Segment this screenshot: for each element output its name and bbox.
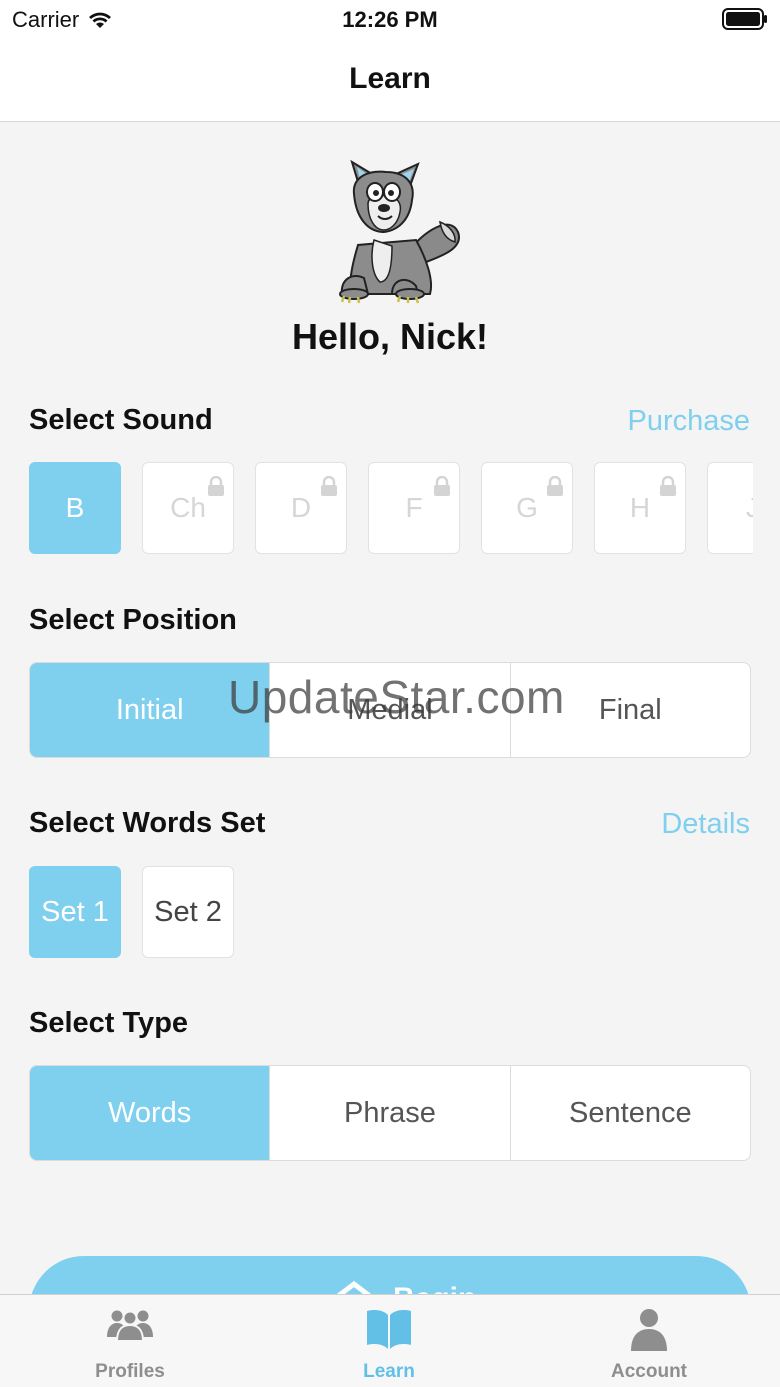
words-set-1-button[interactable]: Set 1 bbox=[29, 866, 121, 958]
select-sound-title: Select Sound bbox=[29, 404, 213, 436]
page-title: Learn bbox=[349, 62, 431, 95]
type-option-sentence[interactable]: Sentence bbox=[509, 1066, 750, 1160]
sound-tile-j[interactable]: J bbox=[707, 462, 753, 554]
status-time: 12:26 PM bbox=[342, 7, 438, 32]
position-option-initial[interactable]: Initial bbox=[30, 663, 270, 757]
tab-learn[interactable]: Learn bbox=[289, 1295, 489, 1387]
people-icon bbox=[107, 1310, 153, 1342]
tab-bar: Profiles Learn Account bbox=[0, 1294, 780, 1387]
lock-icon bbox=[546, 471, 564, 503]
status-bar: Carrier 12:26 PM bbox=[0, 0, 780, 40]
type-option-phrase[interactable]: Phrase bbox=[269, 1066, 509, 1160]
words-set-2-button[interactable]: Set 2 bbox=[142, 866, 234, 958]
sound-tile-label: B bbox=[65, 492, 85, 523]
sound-tile-label: Ch bbox=[170, 492, 206, 523]
lock-icon bbox=[433, 471, 451, 503]
select-words-set-title: Select Words Set bbox=[29, 807, 266, 839]
select-type-title: Select Type bbox=[29, 1007, 189, 1039]
sound-tile-label: J bbox=[746, 492, 753, 523]
sound-tile-f[interactable]: F bbox=[368, 462, 460, 554]
sound-tile-h[interactable]: H bbox=[594, 462, 686, 554]
person-icon bbox=[631, 1309, 667, 1351]
navigation-bar: Learn bbox=[0, 40, 780, 122]
lock-icon bbox=[659, 471, 677, 503]
sound-selector: B Ch D F G H J bbox=[29, 462, 753, 555]
sound-tile-g[interactable]: G bbox=[481, 462, 573, 554]
tab-profiles[interactable]: Profiles bbox=[30, 1295, 230, 1387]
tab-account[interactable]: Account bbox=[549, 1295, 749, 1387]
tab-learn-label: Learn bbox=[363, 1361, 415, 1382]
wolf-mascot-image bbox=[330, 159, 465, 305]
sound-tile-ch[interactable]: Ch bbox=[142, 462, 234, 554]
type-segmented-control: Words Phrase Sentence bbox=[29, 1065, 751, 1161]
details-link[interactable]: Details bbox=[661, 808, 750, 841]
select-position-title: Select Position bbox=[29, 604, 237, 636]
sound-tile-b[interactable]: B bbox=[29, 462, 121, 554]
sound-tile-label: H bbox=[629, 492, 651, 523]
book-icon bbox=[367, 1310, 411, 1349]
greeting-heading: Hello, Nick! bbox=[291, 316, 489, 357]
type-option-words[interactable]: Words bbox=[30, 1066, 270, 1160]
tab-account-label: Account bbox=[611, 1361, 687, 1382]
lock-icon bbox=[320, 471, 338, 503]
tab-profiles-label: Profiles bbox=[95, 1361, 165, 1382]
position-segmented-control: Initial Medial Final bbox=[29, 662, 751, 758]
position-option-final[interactable]: Final bbox=[509, 663, 750, 757]
sound-tile-d[interactable]: D bbox=[255, 462, 347, 554]
battery-icon bbox=[722, 8, 768, 35]
purchase-link[interactable]: Purchase bbox=[627, 405, 750, 438]
sound-tile-label: F bbox=[405, 492, 423, 523]
sound-tile-label: G bbox=[516, 492, 538, 523]
sound-tile-label: D bbox=[290, 492, 312, 523]
lock-icon bbox=[207, 471, 225, 503]
position-option-medial[interactable]: Medial bbox=[269, 663, 509, 757]
